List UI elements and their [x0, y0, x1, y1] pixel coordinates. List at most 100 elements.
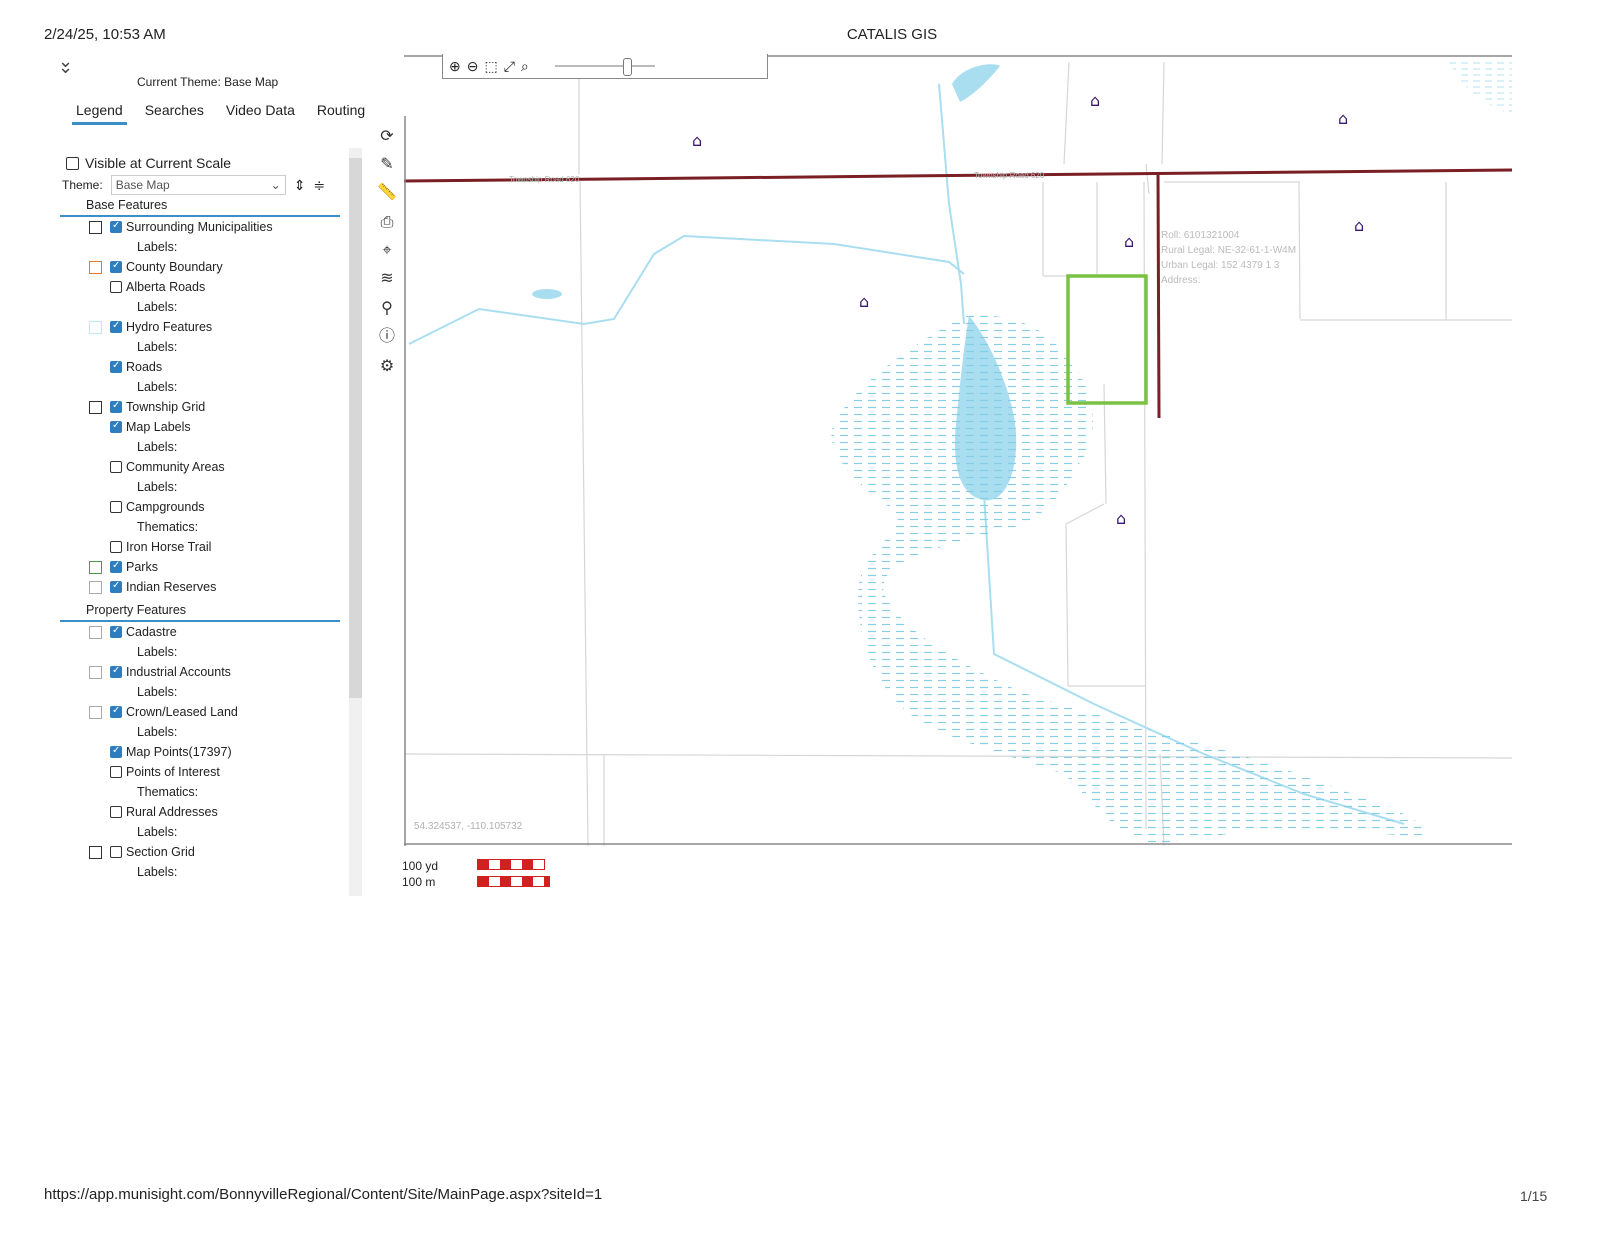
layer-name[interactable]: Campgrounds	[126, 500, 205, 514]
base-features-header: Base Features	[60, 194, 340, 217]
layer-checkbox[interactable]	[110, 400, 122, 413]
layer-name[interactable]: Map Labels	[126, 420, 191, 434]
legend-row: Parks	[60, 557, 350, 577]
layer-checkbox[interactable]	[110, 501, 122, 513]
zoom-slider[interactable]	[554, 58, 655, 76]
expand-all-icon[interactable]: ⇕	[294, 177, 306, 194]
scale-bar-m	[477, 876, 550, 887]
tab-routing[interactable]: Routing	[313, 100, 369, 125]
layer-name[interactable]: Iron Horse Trail	[126, 540, 211, 554]
layer-name[interactable]: Indian Reserves	[126, 580, 216, 594]
zoom-in-icon[interactable]: ⊕	[449, 58, 461, 75]
layer-checkbox[interactable]	[110, 846, 122, 858]
legend-row: Map Points(17397)	[60, 742, 350, 762]
layers-icon[interactable]: ≋	[376, 268, 398, 290]
zoom-box-icon[interactable]: ⬚	[484, 58, 497, 75]
property-features-header: Property Features	[60, 599, 340, 622]
layer-name[interactable]: Section Grid	[126, 845, 195, 859]
legend-row: Map Labels	[60, 417, 350, 437]
tab-searches[interactable]: Searches	[141, 100, 208, 125]
layer-checkbox[interactable]	[110, 360, 122, 373]
house-icon[interactable]: ⌂	[1116, 509, 1126, 528]
layer-checkbox[interactable]	[110, 541, 122, 553]
pencil-icon[interactable]: ✎	[376, 154, 398, 176]
legend-scrollbar[interactable]	[349, 148, 362, 896]
ruler-icon[interactable]: 📏	[376, 182, 398, 204]
layer-checkbox[interactable]	[110, 281, 122, 293]
layer-name[interactable]: Surrounding Municipalities	[126, 220, 273, 234]
zoom-out-icon[interactable]: ⊖	[467, 58, 479, 75]
print-icon[interactable]: ⎙	[376, 212, 398, 234]
house-icon[interactable]: ⌂	[859, 292, 869, 311]
map-canvas[interactable]: ⌂ ⌂ ⌂ ⌂ ⌂ ⌂ ⌂ Township Road 620 Township…	[404, 54, 1512, 846]
layer-name[interactable]: Community Areas	[126, 460, 225, 474]
layer-checkbox[interactable]	[110, 461, 122, 473]
layer-checkbox[interactable]	[110, 260, 122, 273]
location-pin-icon[interactable]: ⌖	[376, 240, 398, 262]
layer-sublabel: Labels:	[137, 380, 178, 394]
layer-sublabel: Labels:	[137, 645, 178, 659]
route-icon[interactable]: ⚲	[376, 298, 398, 320]
layer-checkbox[interactable]	[110, 220, 122, 233]
scrollbar-thumb[interactable]	[349, 158, 362, 698]
info-pin-icon[interactable]: ⓘ	[376, 326, 398, 348]
house-icon[interactable]: ⌂	[1090, 91, 1100, 110]
print-title: CATALIS GIS	[846, 26, 938, 43]
layer-checkbox[interactable]	[110, 745, 122, 758]
visible-at-scale-toggle[interactable]: Visible at Current Scale	[66, 155, 231, 171]
print-page-number: 1/15	[1520, 1188, 1548, 1204]
zoom-slider-handle[interactable]	[622, 58, 632, 76]
scale-bar	[477, 859, 550, 893]
layer-checkbox[interactable]	[110, 625, 122, 638]
visible-at-scale-checkbox[interactable]	[66, 156, 79, 170]
theme-select[interactable]: Base Map ⌄	[110, 175, 286, 195]
layer-name[interactable]: Points of Interest	[126, 765, 220, 779]
layer-name[interactable]: Map Points(17397)	[126, 745, 232, 759]
layer-checkbox[interactable]	[110, 560, 122, 573]
layer-swatch	[89, 706, 102, 719]
collapse-all-icon[interactable]: ≑	[313, 177, 325, 194]
layer-swatch	[89, 846, 102, 859]
layer-checkbox[interactable]	[110, 665, 122, 678]
layer-name[interactable]: Township Grid	[126, 400, 205, 414]
property-features-list: Cadastre Labels: Industrial Accounts Labels…	[60, 622, 350, 882]
layer-sublabel: Thematics:	[137, 785, 199, 799]
theme-row: Theme: Base Map ⌄ ⇕ ≑	[62, 175, 325, 195]
layer-checkbox[interactable]	[110, 580, 122, 593]
layer-swatch	[89, 261, 102, 274]
tab-video-data[interactable]: Video Data	[222, 100, 299, 125]
layer-name[interactable]: Rural Addresses	[126, 805, 218, 819]
layer-name[interactable]: Hydro Features	[126, 320, 212, 334]
layer-checkbox[interactable]	[110, 705, 122, 718]
layer-checkbox[interactable]	[110, 320, 122, 333]
layer-name[interactable]: Crown/Leased Land	[126, 705, 238, 719]
layer-swatch	[89, 401, 102, 414]
layer-checkbox[interactable]	[110, 806, 122, 818]
layer-checkbox[interactable]	[110, 766, 122, 778]
legend-row: Cadastre	[60, 622, 350, 642]
house-icon[interactable]: ⌂	[1338, 109, 1348, 128]
layer-name[interactable]: County Boundary	[126, 260, 223, 274]
legend-row: Industrial Accounts	[60, 662, 350, 682]
layer-name[interactable]: Industrial Accounts	[126, 665, 231, 679]
layer-name[interactable]: Roads	[126, 360, 162, 374]
tab-legend[interactable]: Legend	[72, 100, 127, 125]
refresh-icon[interactable]: ⟳	[376, 126, 398, 148]
legend-row: Surrounding Municipalities	[60, 217, 350, 237]
layer-name[interactable]: Alberta Roads	[126, 280, 205, 294]
layer-name[interactable]: Cadastre	[126, 625, 177, 639]
road-label-center: Township Road 620	[974, 171, 1045, 180]
layer-checkbox[interactable]	[110, 420, 122, 433]
house-icon[interactable]: ⌂	[1124, 232, 1134, 251]
house-icon[interactable]: ⌂	[1354, 216, 1364, 235]
current-theme-label: Current Theme:	[137, 75, 221, 89]
scale-bar-yd	[477, 859, 545, 870]
zoom-previous-icon[interactable]: ⌕	[521, 58, 529, 75]
layer-name[interactable]: Parks	[126, 560, 158, 574]
legend-row: Township Grid	[60, 397, 350, 417]
house-icon[interactable]: ⌂	[692, 131, 702, 150]
zoom-extent-icon[interactable]: ⤢	[504, 58, 515, 75]
layer-sublabel: Labels:	[137, 685, 178, 699]
user-settings-icon[interactable]: ⚙	[376, 356, 398, 378]
collapse-chevron-icon[interactable]: ⌄ ⌄	[58, 52, 73, 88]
